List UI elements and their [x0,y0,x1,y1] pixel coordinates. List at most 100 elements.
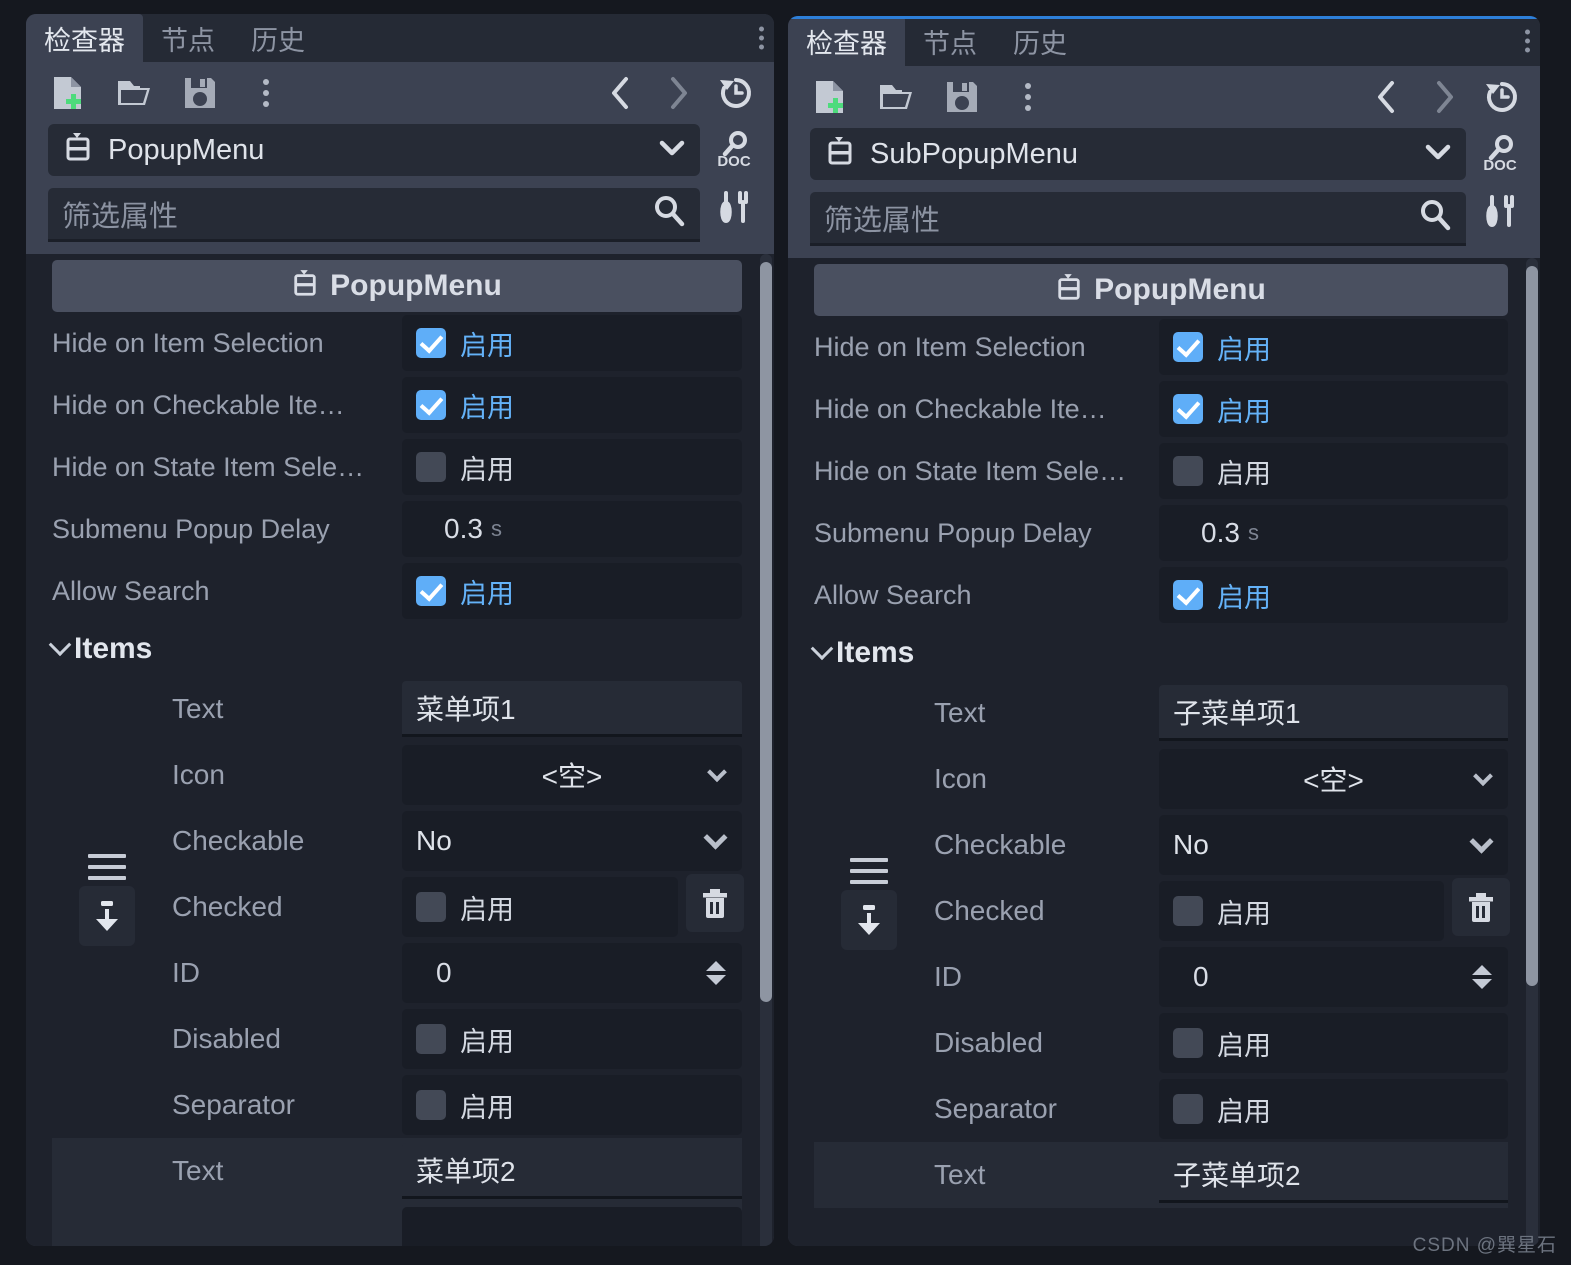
back-chevron-icon[interactable] [1366,77,1406,117]
item-row-icon: Icon <空> [52,742,742,808]
tab-overflow-menu-icon[interactable] [1521,26,1534,57]
more-options-icon[interactable] [246,73,286,113]
item-text-value: 菜单项1 [416,693,516,725]
property-value[interactable]: 0.3 s [1159,505,1508,561]
tab-inspector[interactable]: 检查器 [788,16,905,66]
property-list-right[interactable]: PopupMenu Hide on Item Selection 启用 Hide… [788,258,1540,1246]
tab-inspector-label: 检查器 [806,28,887,59]
item-checked-value[interactable]: 启用 [402,877,678,937]
node-selector-left[interactable]: PopupMenu [48,124,700,176]
history-icon[interactable] [1482,77,1522,117]
property-value[interactable]: 启用 [402,563,742,619]
tools-icon[interactable] [1476,188,1524,236]
number-value: 0.3 [1201,517,1240,548]
spinner-arrows-icon[interactable] [1472,965,1492,989]
checkbox-label: 启用 [1217,458,1271,489]
move-down-button[interactable] [79,886,135,946]
checkbox[interactable] [1173,332,1203,362]
filter-input-right[interactable]: 筛选属性 [810,192,1466,246]
property-value[interactable]: 启用 [1159,381,1508,437]
item-disabled-value[interactable]: 启用 [1159,1013,1508,1073]
delete-item-button[interactable] [1452,878,1510,936]
item-disabled-value[interactable]: 启用 [402,1009,742,1069]
doc-search-icon[interactable]: DOC [710,126,758,174]
checkbox[interactable] [1173,896,1203,926]
property-value[interactable]: 启用 [1159,567,1508,623]
item-icon-dropdown[interactable]: <空> [402,745,742,805]
new-resource-icon[interactable] [48,73,88,113]
tab-history[interactable]: 历史 [995,16,1085,66]
checkbox[interactable] [416,1024,446,1054]
move-down-button[interactable] [841,890,897,950]
tools-icon[interactable] [710,184,758,232]
item-field-label: Text [934,1159,986,1190]
item-checkable-value: No [416,825,452,856]
property-value[interactable]: 启用 [402,439,742,495]
item-icon-dropdown-partial[interactable] [402,1207,742,1246]
new-resource-icon[interactable] [810,77,850,117]
item-separator-value[interactable]: 启用 [402,1075,742,1135]
checkbox-label: 启用 [460,330,514,361]
delete-item-button[interactable] [686,874,744,932]
property-list-left[interactable]: PopupMenu Hide on Item Selection 启用 Hide… [26,254,774,1246]
item-id-spinbox[interactable]: 0 [402,943,742,1003]
item-text-input[interactable]: 菜单项1 [402,681,742,737]
tab-history[interactable]: 历史 [233,14,323,62]
checkbox[interactable] [1173,1094,1203,1124]
tab-node[interactable]: 节点 [143,14,233,62]
spinner-arrows-icon[interactable] [706,961,726,985]
save-floppy-icon[interactable] [942,77,982,117]
more-options-icon[interactable] [1008,77,1048,117]
checkbox[interactable] [416,1090,446,1120]
item-id-value: 0 [1193,961,1209,992]
item-text-input[interactable]: 子菜单项1 [1159,685,1508,741]
item-field-label: ID [172,957,200,988]
history-icon[interactable] [716,73,756,113]
property-value[interactable]: 启用 [1159,319,1508,375]
filter-input-left[interactable]: 筛选属性 [48,188,700,242]
open-folder-icon[interactable] [876,77,916,117]
drag-handle-icon[interactable] [88,854,126,880]
item-text-input[interactable]: 菜单项2 [402,1143,742,1199]
item-field-label: ID [934,961,962,992]
property-value[interactable]: 启用 [402,377,742,433]
drag-handle-icon[interactable] [850,858,888,884]
forward-chevron-icon[interactable] [1424,77,1464,117]
item-checkable-dropdown[interactable]: No [402,811,742,871]
doc-search-icon[interactable]: DOC [1476,130,1524,178]
checkbox[interactable] [416,576,446,606]
scrollbar-thumb-left[interactable] [760,262,772,1002]
item-separator-value[interactable]: 启用 [1159,1079,1508,1139]
property-value[interactable]: 启用 [402,315,742,371]
checkbox[interactable] [1173,456,1203,486]
category-header-right: PopupMenu [814,264,1508,316]
node-selector-right[interactable]: SubPopupMenu [810,128,1466,180]
checkbox[interactable] [416,390,446,420]
open-folder-icon[interactable] [114,73,154,113]
forward-chevron-icon[interactable] [658,73,698,113]
checkbox[interactable] [416,892,446,922]
tab-overflow-menu-icon[interactable] [755,23,768,54]
checkbox[interactable] [1173,580,1203,610]
checkbox[interactable] [416,328,446,358]
item-checked-value[interactable]: 启用 [1159,881,1444,941]
tab-node[interactable]: 节点 [905,16,995,66]
search-icon[interactable] [1418,198,1452,237]
item-checkable-dropdown[interactable]: No [1159,815,1508,875]
scrollbar-thumb-right[interactable] [1526,266,1538,986]
property-value[interactable]: 启用 [1159,443,1508,499]
property-value[interactable]: 0.3 s [402,501,742,557]
items-section-header-right[interactable]: Items [810,626,1508,680]
checkbox[interactable] [1173,1028,1203,1058]
search-icon[interactable] [652,194,686,233]
item-id-spinbox[interactable]: 0 [1159,947,1508,1007]
items-section-header-left[interactable]: Items [48,622,742,676]
property-row: Submenu Popup Delay 0.3 s [814,502,1508,564]
checkbox[interactable] [1173,394,1203,424]
item-icon-dropdown[interactable]: <空> [1159,749,1508,809]
checkbox[interactable] [416,452,446,482]
back-chevron-icon[interactable] [600,73,640,113]
tab-inspector[interactable]: 检查器 [26,14,143,62]
save-floppy-icon[interactable] [180,73,220,113]
item-text-input[interactable]: 子菜单项2 [1159,1147,1508,1203]
